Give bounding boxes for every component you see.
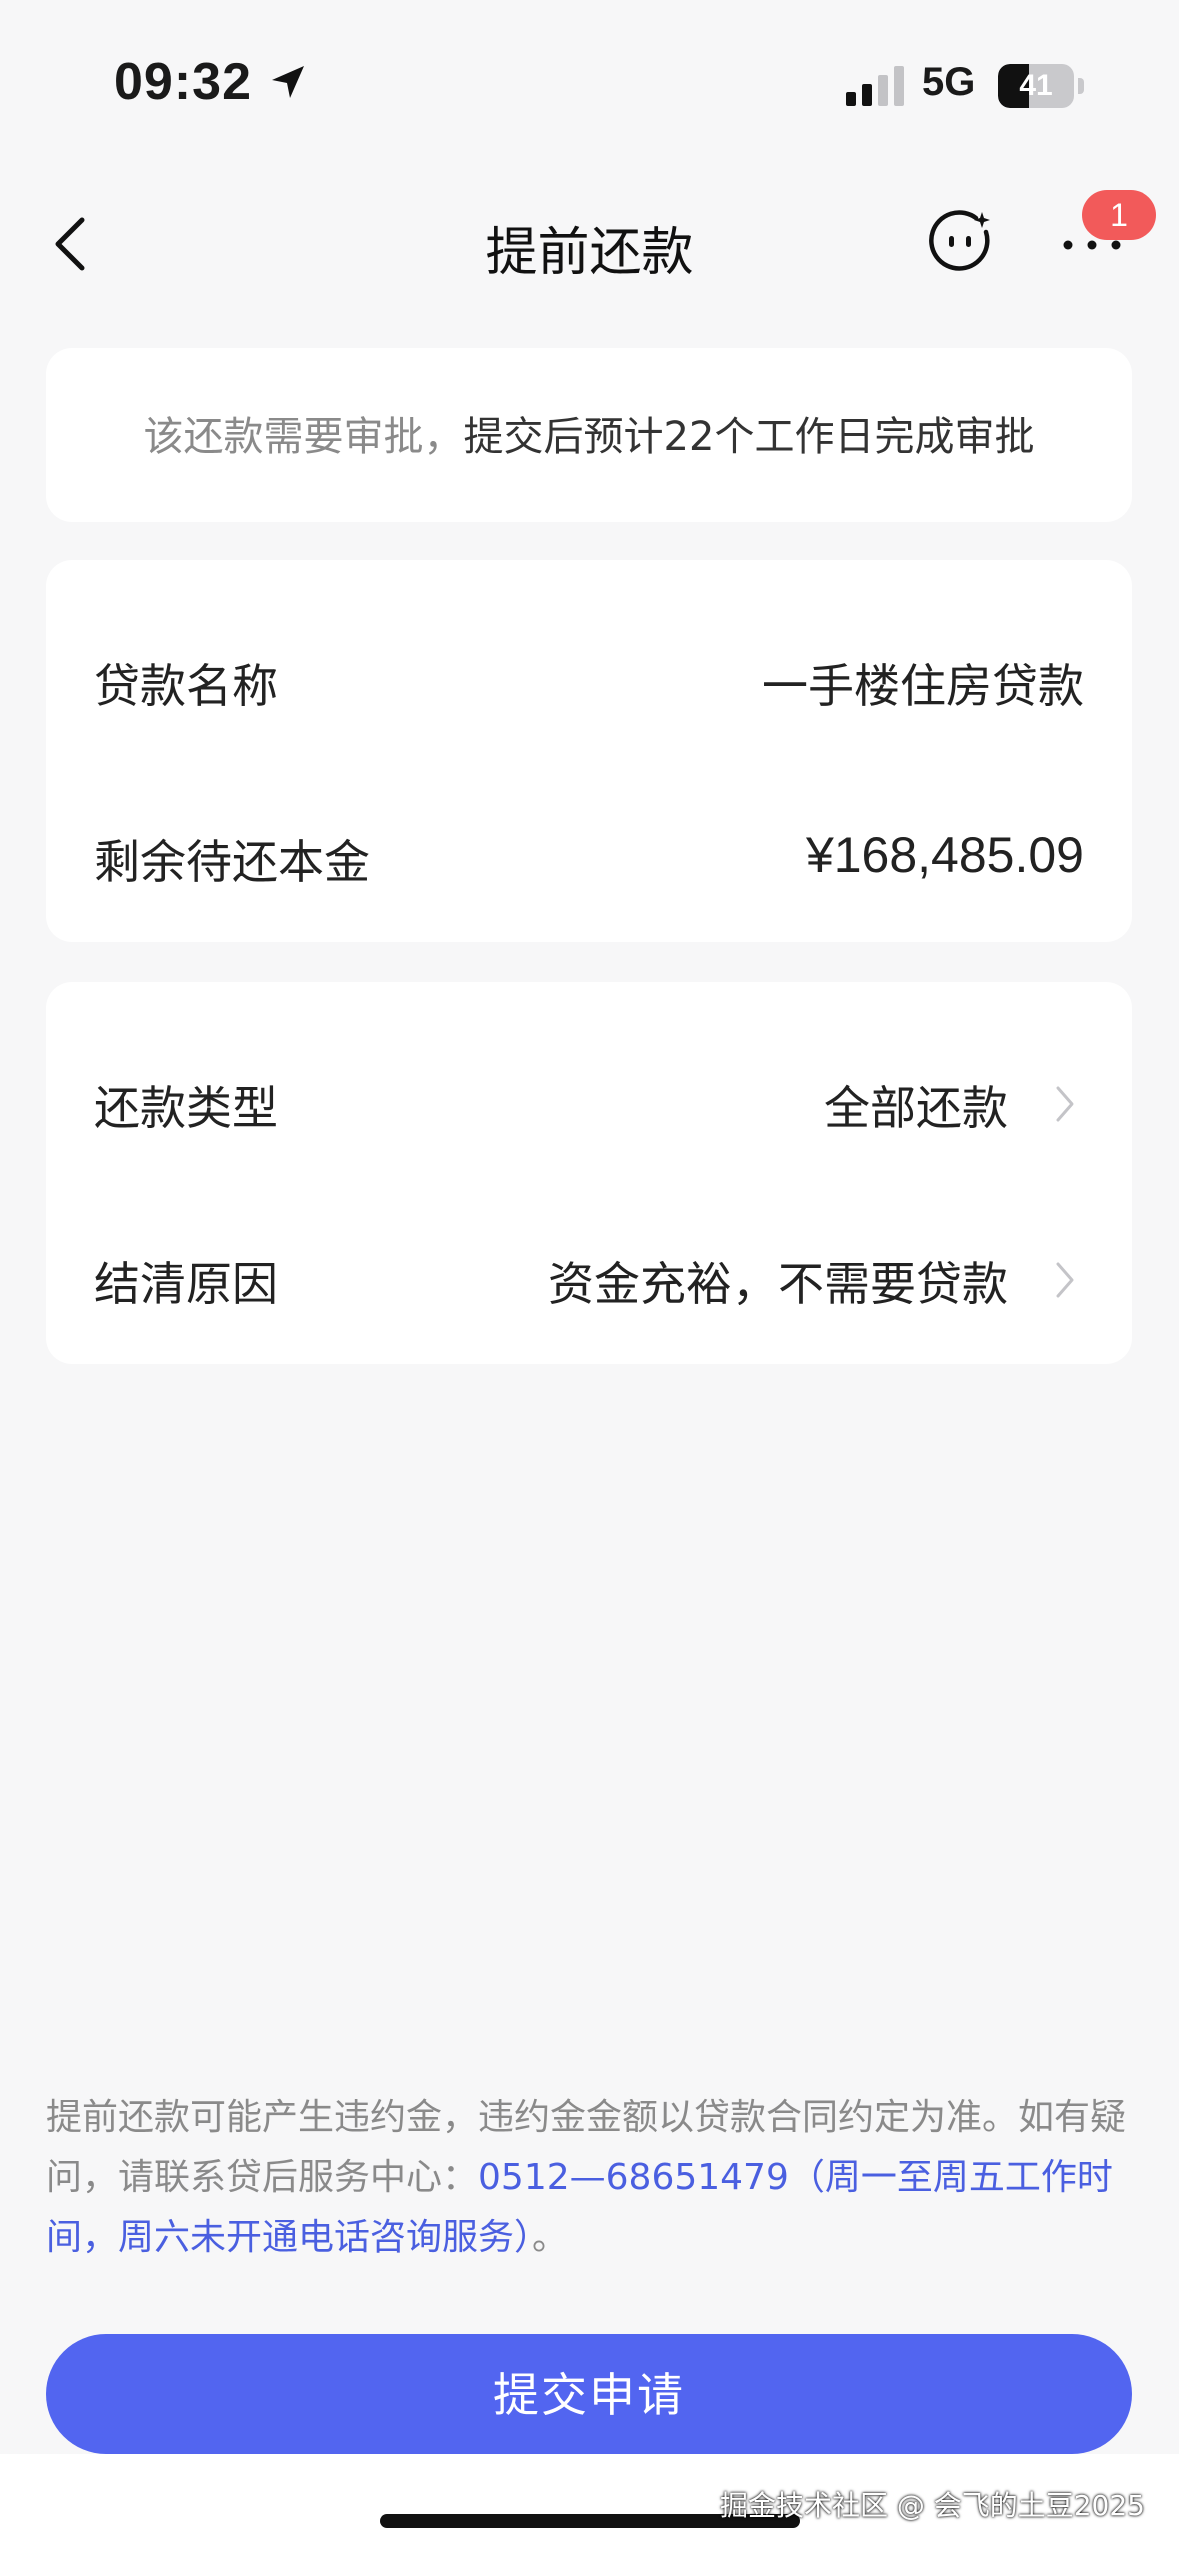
cellular-signal-icon — [846, 66, 904, 106]
nav-bar: 提前还款 1 — [0, 170, 1179, 320]
loan-name-label: 贷款名称 — [94, 659, 278, 713]
settlement-reason-label: 结清原因 — [94, 1257, 278, 1311]
watermark: 掘金技术社区 @ 会飞的土豆2025 — [719, 2489, 1145, 2522]
approval-notice: 该还款需要审批，提交后预计22个工作日完成审批 — [46, 404, 1132, 462]
loan-info-card: 贷款名称 一手楼住房贷款 剩余待还本金 ¥168,485.09 — [46, 560, 1132, 942]
approval-notice-card: 该还款需要审批，提交后预计22个工作日完成审批 — [46, 348, 1132, 522]
chevron-right-icon — [1056, 1262, 1074, 1298]
repayment-options-card: 还款类型 全部还款 结清原因 资金充裕，不需要贷款 — [46, 982, 1132, 1364]
page-title: 提前还款 — [485, 223, 694, 283]
principal-value: ¥168,485.09 — [805, 827, 1084, 883]
approval-notice-muted: 该还款需要审批， — [143, 414, 464, 460]
battery-level: 41 — [1019, 69, 1053, 102]
repayment-type-value: 全部还款 — [824, 1081, 1008, 1135]
battery-icon: 41 — [998, 64, 1074, 108]
principal-row: 剩余待还本金 ¥168,485.09 — [46, 796, 1132, 906]
loan-name-row: 贷款名称 一手楼住房贷款 — [46, 620, 1132, 730]
repayment-type-row[interactable]: 还款类型 全部还款 — [46, 1042, 1132, 1152]
submit-application-button[interactable]: 提交申请 — [46, 2334, 1132, 2454]
principal-label: 剩余待还本金 — [94, 835, 370, 889]
assistant-face-icon[interactable] — [926, 208, 994, 276]
battery-cap — [1078, 78, 1084, 94]
status-bar: 09:32 5G 41 — [0, 0, 1179, 170]
repayment-type-label: 还款类型 — [94, 1081, 278, 1135]
chevron-right-icon — [1056, 1086, 1074, 1122]
approval-notice-main: 提交后预计22个工作日完成审批 — [463, 414, 1035, 460]
network-type: 5G — [922, 60, 976, 104]
location-arrow-icon — [272, 66, 304, 98]
settlement-reason-value: 资金充裕，不需要贷款 — [548, 1257, 1008, 1311]
disclaimer-suffix: 。 — [532, 2217, 569, 2258]
settlement-reason-row[interactable]: 结清原因 资金充裕，不需要贷款 — [46, 1218, 1132, 1328]
status-time: 09:32 — [114, 53, 252, 111]
disclaimer-text: 提前还款可能产生违约金，违约金金额以贷款合同约定为准。如有疑问，请联系贷后服务中… — [46, 2088, 1136, 2268]
loan-name-value: 一手楼住房贷款 — [762, 659, 1084, 713]
notification-badge: 1 — [1082, 190, 1156, 240]
